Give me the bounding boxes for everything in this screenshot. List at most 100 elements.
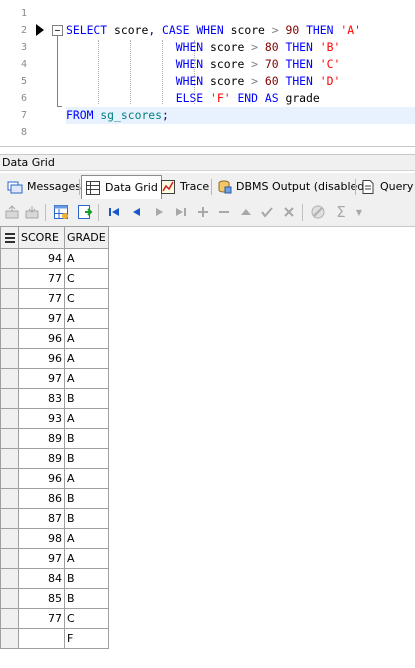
table-row[interactable]: 97 A: [0, 308, 109, 329]
table-row[interactable]: 94 A: [0, 248, 109, 269]
score-cell[interactable]: 84: [18, 568, 65, 589]
tab-messages[interactable]: Messages: [4, 176, 84, 197]
score-cell[interactable]: 96: [18, 328, 65, 349]
grade-cell[interactable]: A: [64, 548, 109, 569]
table-row[interactable]: F: [0, 628, 109, 649]
sum-icon[interactable]: Σ: [333, 203, 349, 221]
row-indicator[interactable]: [0, 628, 19, 649]
row-indicator[interactable]: [0, 328, 19, 349]
last-record-icon[interactable]: [173, 204, 189, 220]
row-indicator[interactable]: [0, 268, 19, 289]
score-cell[interactable]: 85: [18, 588, 65, 609]
tab-dbms-output[interactable]: DBMS Output (disabled): [213, 176, 372, 197]
first-record-icon[interactable]: [106, 204, 122, 220]
export-icon[interactable]: [4, 204, 20, 220]
score-cell[interactable]: 77: [18, 608, 65, 629]
row-indicator[interactable]: [0, 488, 19, 509]
refresh-icon[interactable]: [77, 204, 93, 220]
grade-cell[interactable]: B: [64, 568, 109, 589]
table-row[interactable]: 77 C: [0, 268, 109, 289]
prior-record-icon[interactable]: [128, 204, 144, 220]
score-cell[interactable]: [18, 628, 65, 649]
table-row[interactable]: 77 C: [0, 288, 109, 309]
grade-cell[interactable]: B: [64, 428, 109, 449]
score-cell[interactable]: 77: [18, 268, 65, 289]
grade-cell[interactable]: F: [64, 628, 109, 649]
table-row[interactable]: 89 B: [0, 448, 109, 469]
score-cell[interactable]: 83: [18, 388, 65, 409]
score-cell[interactable]: 96: [18, 468, 65, 489]
column-header-grade[interactable]: GRADE: [64, 226, 109, 249]
next-record-icon[interactable]: [152, 204, 168, 220]
row-indicator[interactable]: [0, 468, 19, 489]
tab-trace[interactable]: Trace: [157, 176, 212, 197]
table-row[interactable]: 96 A: [0, 348, 109, 369]
tab-data-grid[interactable]: Data Grid: [81, 175, 162, 199]
table-row[interactable]: 77 C: [0, 608, 109, 629]
grade-cell[interactable]: C: [64, 288, 109, 309]
tab-query[interactable]: Query: [357, 176, 415, 197]
score-cell[interactable]: 93: [18, 408, 65, 429]
score-cell[interactable]: 86: [18, 488, 65, 509]
score-cell[interactable]: 89: [18, 428, 65, 449]
grade-cell[interactable]: C: [64, 268, 109, 289]
table-row[interactable]: 98 A: [0, 528, 109, 549]
cancel-edit-icon[interactable]: [281, 204, 297, 220]
grade-cell[interactable]: B: [64, 508, 109, 529]
grade-cell[interactable]: A: [64, 308, 109, 329]
table-row[interactable]: 87 B: [0, 508, 109, 529]
grade-cell[interactable]: A: [64, 408, 109, 429]
row-indicator[interactable]: [0, 568, 19, 589]
grade-cell[interactable]: A: [64, 368, 109, 389]
table-row[interactable]: 89 B: [0, 428, 109, 449]
table-row[interactable]: 83 B: [0, 388, 109, 409]
delete-record-icon[interactable]: [216, 204, 232, 220]
score-cell[interactable]: 97: [18, 308, 65, 329]
grade-cell[interactable]: A: [64, 528, 109, 549]
insert-record-icon[interactable]: [195, 204, 211, 220]
row-indicator[interactable]: [0, 408, 19, 429]
row-indicator[interactable]: [0, 528, 19, 549]
grade-cell[interactable]: B: [64, 448, 109, 469]
filter-icon[interactable]: [310, 204, 326, 220]
row-indicator[interactable]: [0, 368, 19, 389]
table-row[interactable]: 97 A: [0, 368, 109, 389]
grade-cell[interactable]: A: [64, 328, 109, 349]
score-cell[interactable]: 97: [18, 368, 65, 389]
grid-menu-button[interactable]: [0, 226, 19, 249]
table-row[interactable]: 97 A: [0, 548, 109, 569]
row-indicator[interactable]: [0, 388, 19, 409]
score-cell[interactable]: 97: [18, 548, 65, 569]
score-cell[interactable]: 89: [18, 448, 65, 469]
grade-cell[interactable]: C: [64, 608, 109, 629]
post-edit-icon[interactable]: [259, 204, 275, 220]
sql-editor[interactable]: 1 2 3 4 5 6 7 8 SELECT score, CASE WHEN score >…: [0, 0, 415, 147]
score-cell[interactable]: 98: [18, 528, 65, 549]
row-indicator[interactable]: [0, 448, 19, 469]
row-indicator[interactable]: [0, 308, 19, 329]
score-cell[interactable]: 94: [18, 248, 65, 269]
grade-cell[interactable]: A: [64, 248, 109, 269]
row-indicator[interactable]: [0, 548, 19, 569]
table-row[interactable]: 93 A: [0, 408, 109, 429]
grid-view-icon[interactable]: [53, 204, 69, 220]
row-indicator[interactable]: [0, 428, 19, 449]
grade-cell[interactable]: B: [64, 588, 109, 609]
edit-record-icon[interactable]: [238, 204, 254, 220]
grade-cell[interactable]: B: [64, 488, 109, 509]
score-cell[interactable]: 87: [18, 508, 65, 529]
table-row[interactable]: 86 B: [0, 488, 109, 509]
column-header-score[interactable]: SCORE: [18, 226, 65, 249]
table-row[interactable]: 96 A: [0, 328, 109, 349]
row-indicator[interactable]: [0, 608, 19, 629]
table-row[interactable]: 84 B: [0, 568, 109, 589]
row-indicator[interactable]: [0, 288, 19, 309]
score-cell[interactable]: 77: [18, 288, 65, 309]
table-row[interactable]: 85 B: [0, 588, 109, 609]
row-indicator[interactable]: [0, 348, 19, 369]
dropdown-icon[interactable]: ▼: [351, 204, 367, 220]
row-indicator[interactable]: [0, 588, 19, 609]
fold-collapse-icon[interactable]: [52, 25, 63, 36]
row-indicator[interactable]: [0, 248, 19, 269]
score-cell[interactable]: 96: [18, 348, 65, 369]
